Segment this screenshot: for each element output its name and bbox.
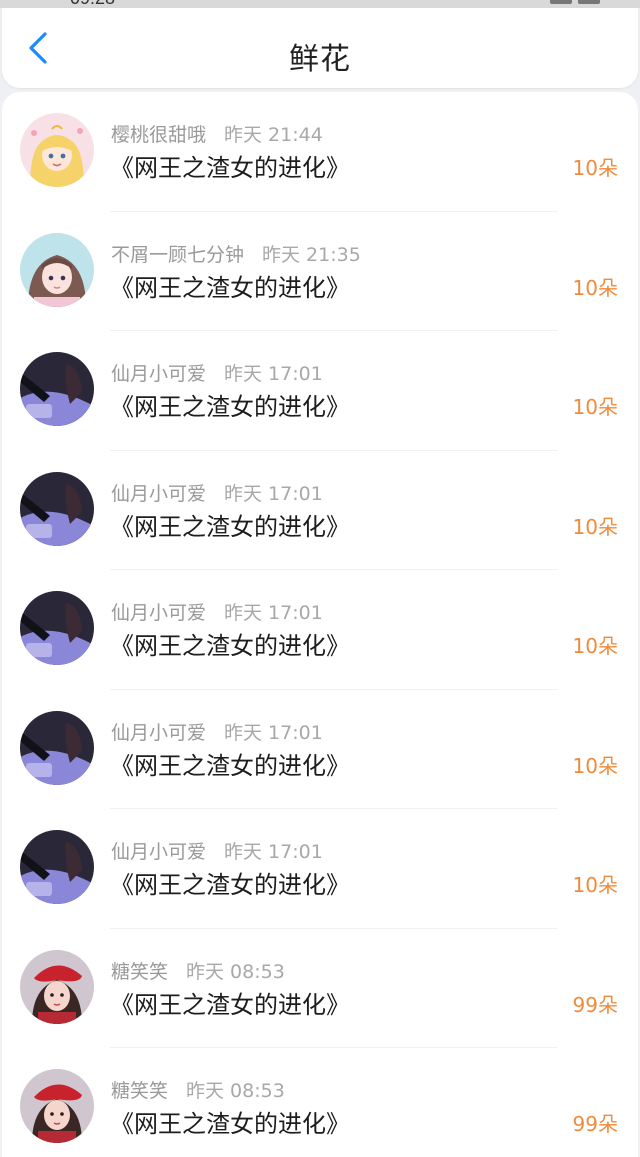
page-title: 鲜花 xyxy=(289,42,351,77)
item-meta: 樱桃很甜哦 昨天 21:44 xyxy=(111,120,323,147)
avatar[interactable] xyxy=(20,113,94,187)
red-beret-girl-avatar-icon xyxy=(20,949,94,1024)
list-item[interactable]: 仙月小可爱 昨天 17:01 《网王之渣女的进化》 10朵 xyxy=(2,809,638,929)
list-item[interactable]: 糖笑笑 昨天 08:53 《网王之渣女的进化》 99朵 xyxy=(2,929,638,1048)
avatar[interactable] xyxy=(20,352,94,426)
avatar[interactable] xyxy=(20,232,94,307)
item-meta: 仙月小可爱 昨天 17:01 xyxy=(111,359,323,386)
item-meta: 仙月小可爱 昨天 17:01 xyxy=(111,479,323,506)
nav-header: 鲜花 xyxy=(2,8,638,88)
flower-count: 99朵 xyxy=(572,992,618,1017)
user-name: 糖笑笑 xyxy=(111,1080,169,1102)
item-meta: 糖笑笑 昨天 08:53 xyxy=(111,957,285,984)
list-item[interactable]: 仙月小可爱 昨天 17:01 《网王之渣女的进化》 10朵 xyxy=(2,570,638,690)
user-name: 糖笑笑 xyxy=(111,960,169,983)
avatar[interactable] xyxy=(20,830,94,904)
flower-count: 10朵 xyxy=(572,275,618,300)
item-meta: 仙月小可爱 昨天 17:01 xyxy=(111,837,323,864)
book-title: 《网王之渣女的进化》 xyxy=(110,512,350,541)
user-name: 仙月小可爱 xyxy=(111,482,207,505)
book-title: 《网王之渣女的进化》 xyxy=(110,751,350,780)
flower-count: 10朵 xyxy=(572,514,618,539)
list-item[interactable]: 仙月小可爱 昨天 17:01 《网王之渣女的进化》 10朵 xyxy=(2,451,638,570)
timestamp: 昨天 17:01 xyxy=(224,363,323,385)
purple-photo-avatar-icon xyxy=(20,591,94,665)
avatar[interactable] xyxy=(20,1069,94,1143)
timestamp: 昨天 08:53 xyxy=(186,960,285,983)
timestamp: 昨天 17:01 xyxy=(224,841,323,863)
purple-photo-avatar-icon xyxy=(20,830,94,904)
timestamp: 昨天 17:01 xyxy=(224,721,323,744)
signal-icon xyxy=(550,0,572,4)
user-name: 不屑一顾七分钟 xyxy=(111,243,245,266)
item-meta: 仙月小可爱 昨天 17:01 xyxy=(111,718,323,745)
user-name: 仙月小可爱 xyxy=(111,721,207,744)
flower-count: 10朵 xyxy=(572,634,618,658)
timestamp: 昨天 17:01 xyxy=(224,602,323,624)
timestamp: 昨天 17:01 xyxy=(224,482,323,505)
item-meta: 不屑一顾七分钟 昨天 21:35 xyxy=(111,240,361,267)
timestamp: 昨天 21:35 xyxy=(262,243,361,266)
user-name: 仙月小可爱 xyxy=(111,363,207,385)
battery-icon xyxy=(578,0,600,4)
avatar[interactable] xyxy=(20,949,94,1024)
flower-count: 10朵 xyxy=(572,395,618,419)
flower-count: 10朵 xyxy=(572,156,618,180)
book-title: 《网王之渣女的进化》 xyxy=(110,990,350,1019)
book-title: 《网王之渣女的进化》 xyxy=(110,871,350,899)
book-title: 《网王之渣女的进化》 xyxy=(110,393,350,421)
purple-photo-avatar-icon xyxy=(20,710,94,785)
item-meta: 糖笑笑 昨天 08:53 xyxy=(111,1076,285,1103)
red-beret-girl-avatar-icon xyxy=(20,1069,94,1143)
list-item[interactable]: 樱桃很甜哦 昨天 21:44 《网王之渣女的进化》 10朵 xyxy=(2,92,638,212)
user-name: 樱桃很甜哦 xyxy=(111,124,207,146)
flower-count: 99朵 xyxy=(572,1112,618,1136)
purple-photo-avatar-icon xyxy=(20,352,94,426)
avatar[interactable] xyxy=(20,710,94,785)
book-title: 《网王之渣女的进化》 xyxy=(110,632,350,660)
user-name: 仙月小可爱 xyxy=(111,602,207,624)
status-bar: 09:28 xyxy=(0,0,640,8)
book-title: 《网王之渣女的进化》 xyxy=(110,1110,350,1138)
user-name: 仙月小可爱 xyxy=(111,841,207,863)
anime-girl-avatar-icon xyxy=(20,232,94,307)
purple-photo-avatar-icon xyxy=(20,471,94,546)
list-item[interactable]: 糖笑笑 昨天 08:53 《网王之渣女的进化》 99朵 xyxy=(2,1048,638,1157)
flower-list: 樱桃很甜哦 昨天 21:44 《网王之渣女的进化》 10朵 不屑一顾七分钟 昨天 2… xyxy=(2,92,638,1157)
avatar[interactable] xyxy=(20,471,94,546)
flower-count: 10朵 xyxy=(572,873,618,897)
sailor-moon-avatar-icon xyxy=(20,113,94,187)
timestamp: 昨天 21:44 xyxy=(224,124,323,146)
book-title: 《网王之渣女的进化》 xyxy=(110,154,350,182)
avatar[interactable] xyxy=(20,591,94,665)
item-meta: 仙月小可爱 昨天 17:01 xyxy=(111,598,323,625)
status-icons xyxy=(550,0,600,4)
list-item[interactable]: 仙月小可爱 昨天 17:01 《网王之渣女的进化》 10朵 xyxy=(2,690,638,809)
list-item[interactable]: 不屑一顾七分钟 昨天 21:35 《网王之渣女的进化》 10朵 xyxy=(2,212,638,331)
book-title: 《网王之渣女的进化》 xyxy=(110,273,350,302)
list-item[interactable]: 仙月小可爱 昨天 17:01 《网王之渣女的进化》 10朵 xyxy=(2,331,638,451)
flower-count: 10朵 xyxy=(572,753,618,778)
timestamp: 昨天 08:53 xyxy=(186,1080,285,1102)
